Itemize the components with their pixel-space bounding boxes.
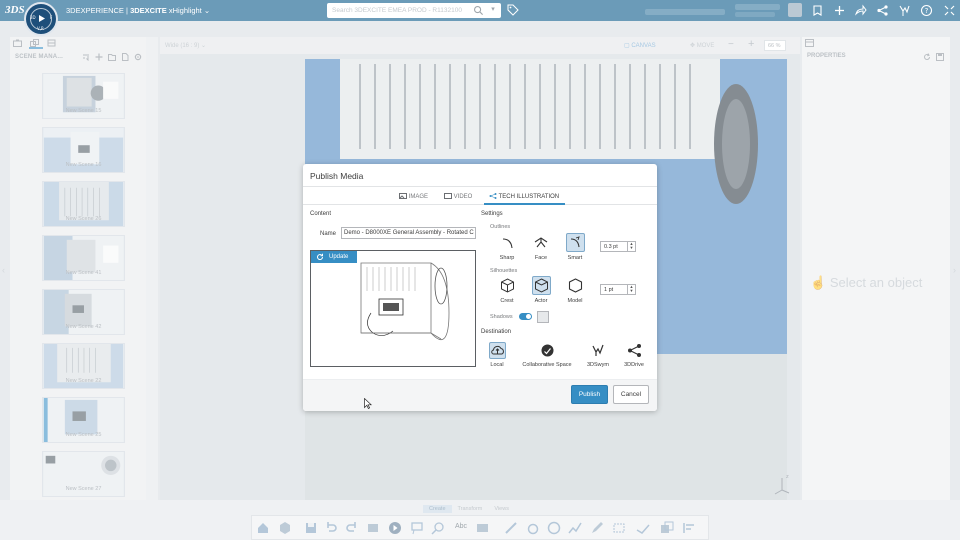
shadows-toggle[interactable]	[519, 313, 532, 320]
actor-silhouette-icon	[531, 276, 551, 295]
smart-outline-icon	[565, 233, 585, 252]
compass-label-right: F	[50, 15, 53, 20]
tech-illustration-icon	[489, 193, 497, 199]
media-tabs: IMAGE VIDEO TECH ILLUSTRATION	[303, 191, 657, 203]
sharp-outline-icon	[498, 233, 517, 252]
silhouette-width-stepper[interactable]: 1 pt ▲ ▼	[600, 284, 636, 295]
stepper-arrows-icon[interactable]: ▲ ▼	[627, 242, 635, 251]
compass-label-left: 3D	[30, 15, 36, 20]
destination-3ddrive-option[interactable]: 3DDrive	[621, 342, 647, 368]
tab-video[interactable]: VIDEO	[444, 193, 472, 200]
shadow-color-swatch[interactable]	[537, 311, 549, 323]
publish-media-dialog: Publish Media IMAGE VIDEO TECH ILLUSTRAT…	[303, 164, 657, 411]
dialog-title: Publish Media	[310, 171, 364, 181]
stepper-arrows-icon[interactable]: ▲ ▼	[627, 285, 635, 294]
tech-illustration-preview	[360, 262, 450, 340]
3ddrive-icon	[626, 342, 643, 359]
refresh-icon	[317, 253, 324, 261]
outline-smart-option[interactable]: Smart	[564, 233, 586, 261]
destination-local-option[interactable]: Local	[484, 342, 510, 368]
outline-width-stepper[interactable]: 0.3 pt ▲ ▼	[600, 241, 636, 252]
video-icon	[444, 193, 452, 199]
shadows-label: Shadows	[490, 314, 513, 320]
mouse-cursor-icon	[364, 398, 372, 409]
silhouette-actor-option[interactable]: Actor	[530, 276, 552, 304]
tab-tech-illustration[interactable]: TECH ILLUSTRATION	[489, 193, 559, 200]
destination-heading: Destination	[481, 329, 512, 335]
image-icon	[399, 193, 407, 199]
outlines-label: Outlines	[490, 224, 511, 230]
compass-widget[interactable]: 3D V,R F	[24, 2, 58, 36]
collaborative-space-icon	[539, 342, 556, 359]
name-label: Name	[320, 231, 337, 237]
model-silhouette-icon	[566, 276, 585, 295]
destination-3dswym-option[interactable]: 3DSwym	[585, 342, 611, 368]
divider	[303, 186, 657, 187]
crest-silhouette-icon	[498, 276, 517, 295]
destination-collaborative-space-option[interactable]: Collaborative Space	[518, 342, 576, 368]
play-icon	[39, 15, 45, 22]
silhouettes-label: Silhouettes	[490, 268, 518, 274]
face-outline-icon	[532, 233, 551, 252]
name-field[interactable]: Demo - D8000XE General Assembly - Rotate…	[341, 227, 476, 239]
preview-panel: Update	[310, 250, 476, 367]
content-heading: Content	[310, 211, 332, 217]
outline-sharp-option[interactable]: Sharp	[496, 233, 518, 261]
active-tab-indicator	[484, 203, 565, 205]
cloud-upload-icon	[488, 342, 506, 359]
settings-heading: Settings	[481, 211, 503, 217]
silhouette-crest-option[interactable]: Crest	[496, 276, 518, 304]
tabs-divider	[303, 204, 657, 205]
outline-face-option[interactable]: Face	[530, 233, 552, 261]
tab-image[interactable]: IMAGE	[399, 193, 428, 200]
publish-button[interactable]: Publish	[571, 385, 608, 404]
cancel-button[interactable]: Cancel	[613, 385, 649, 404]
3dswym-icon	[590, 342, 607, 359]
compass-label-bottom: V,R	[37, 26, 44, 31]
silhouette-model-option[interactable]: Model	[564, 276, 586, 304]
